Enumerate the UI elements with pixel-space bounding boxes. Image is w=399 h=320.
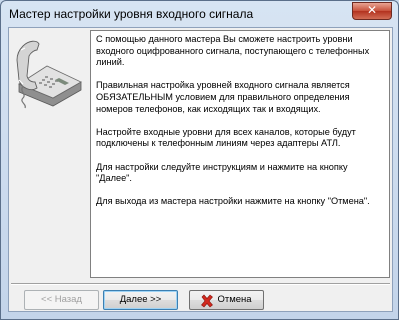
wizard-window: Мастер настройки уровня входного сигнала… bbox=[0, 0, 399, 320]
wizard-body: С помощью данного мастера Вы сможете нас… bbox=[8, 27, 393, 312]
button-separator bbox=[11, 283, 390, 285]
window-title: Мастер настройки уровня входного сигнала bbox=[9, 7, 254, 21]
description-paragraph: Правильная настройка уровней входного си… bbox=[96, 80, 350, 114]
description-paragraph: С помощью данного мастера Вы сможете нас… bbox=[96, 34, 370, 68]
description-paragraph: Для выхода из мастера настройки нажмите … bbox=[96, 196, 370, 207]
description-paragraph: Настройте входные уровни для всех канало… bbox=[96, 126, 356, 149]
next-button[interactable]: Далее >> bbox=[103, 290, 178, 310]
red-x-icon bbox=[200, 294, 214, 308]
description-paragraph: Для настройки следуйте инструкциям и наж… bbox=[96, 161, 348, 184]
title-bar[interactable]: Мастер настройки уровня входного сигнала… bbox=[1, 1, 398, 27]
description-text-area: С помощью данного мастера Вы сможете нас… bbox=[90, 30, 390, 278]
back-button[interactable]: << Назад bbox=[24, 290, 99, 310]
telephone-icon bbox=[13, 36, 85, 116]
cancel-button-label: Отмена bbox=[217, 294, 252, 305]
close-button[interactable]: ✕ bbox=[352, 2, 392, 20]
cancel-button[interactable]: Отмена bbox=[189, 290, 264, 310]
